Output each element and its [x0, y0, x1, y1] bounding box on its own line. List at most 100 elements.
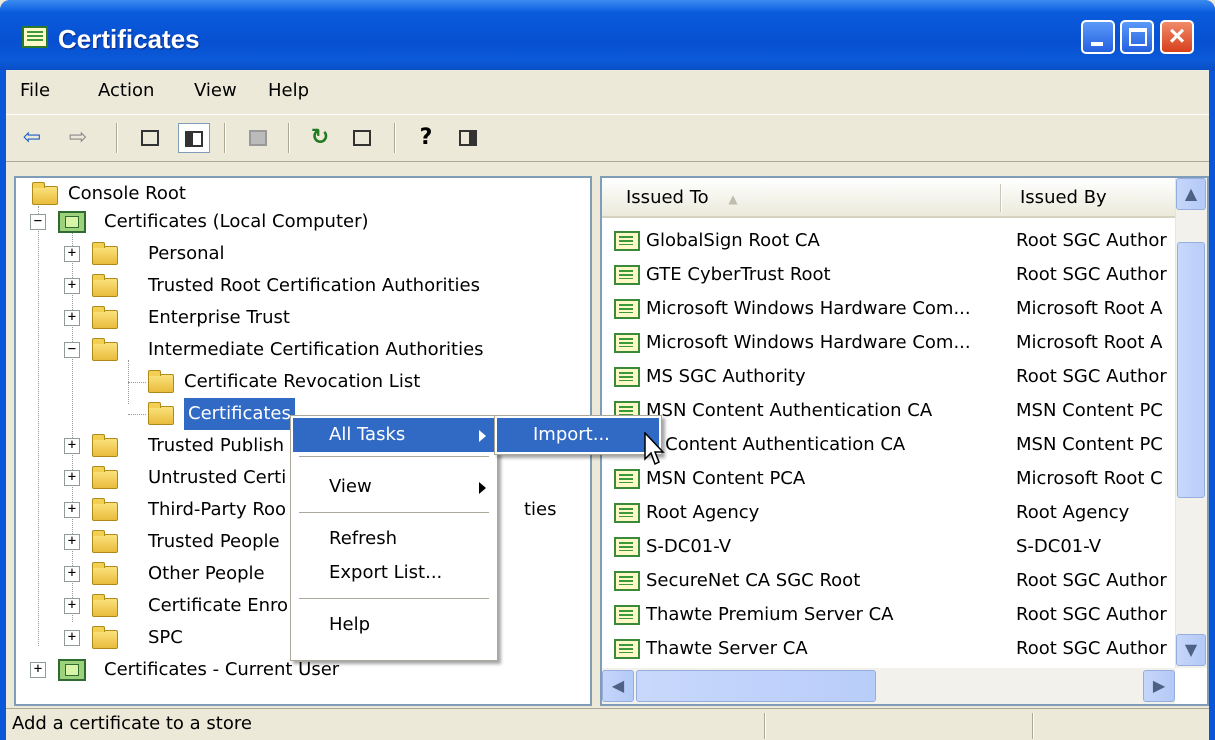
maximize-icon	[1129, 28, 1147, 46]
certificate-icon	[614, 469, 640, 489]
folder-icon	[92, 242, 118, 265]
certificate-icon	[614, 639, 640, 659]
cell-issued-to: MS SGC Authority	[646, 366, 806, 387]
help-icon[interactable]: ?	[410, 123, 442, 153]
show-hide-tree-icon[interactable]	[178, 123, 210, 153]
table-row[interactable]: N Content Authentication CA MSN Content P…	[602, 428, 1175, 462]
expand-icon[interactable]: +	[64, 278, 80, 294]
tree-label: Other People	[148, 563, 265, 584]
menu-item-import[interactable]: Import...	[497, 418, 659, 452]
close-icon: ×	[1168, 20, 1186, 51]
column-header-issued-to[interactable]: Issued To ▲	[602, 178, 1002, 218]
cell-issued-by: Root SGC Author	[1016, 264, 1167, 285]
forward-arrow-icon[interactable]: ⇨	[62, 123, 94, 153]
expand-icon[interactable]: +	[64, 534, 80, 550]
up-folder-icon[interactable]	[134, 123, 166, 153]
tree-label-tail: ties	[524, 499, 557, 520]
tree-item-enterprise-trust[interactable]: + Enterprise Trust	[28, 302, 588, 334]
certificate-list[interactable]: Issued To ▲ Issued By GlobalSign Root CA…	[600, 176, 1209, 706]
vertical-scrollbar[interactable]: ▲ ▼	[1175, 178, 1207, 668]
menu-item-all-tasks[interactable]: All Tasks	[293, 418, 495, 452]
table-row[interactable]: Thawte Server CA Root SGC Author	[602, 632, 1175, 666]
menu-view[interactable]: View	[194, 80, 237, 101]
expand-icon[interactable]: +	[64, 566, 80, 582]
expand-icon[interactable]: +	[64, 310, 80, 326]
table-row[interactable]: Thawte Premium Server CA Root SGC Author	[602, 598, 1175, 632]
scroll-right-button[interactable]: ▶	[1143, 670, 1175, 702]
tree-item-trusted-root-ca[interactable]: + Trusted Root Certification Authorities	[28, 270, 588, 302]
cell-issued-to: Microsoft Windows Hardware Com...	[646, 298, 971, 319]
cell-issued-by: Microsoft Root A	[1016, 298, 1163, 319]
scroll-down-button[interactable]: ▼	[1176, 634, 1206, 666]
refresh-icon[interactable]: ↻	[304, 123, 336, 153]
tree-label: Personal	[148, 243, 225, 264]
tree-line	[128, 382, 146, 383]
tree-label: Certificate Enro	[148, 595, 289, 616]
menu-item-help[interactable]: Help	[293, 608, 495, 642]
cell-issued-by: Root SGC Author	[1016, 638, 1167, 659]
expand-icon[interactable]: +	[30, 662, 46, 678]
back-arrow-icon[interactable]: ⇦	[16, 123, 48, 153]
expand-icon[interactable]: +	[64, 598, 80, 614]
expand-icon[interactable]: +	[64, 246, 80, 262]
menu-file[interactable]: File	[20, 80, 50, 101]
expand-icon[interactable]: +	[64, 470, 80, 486]
scroll-thumb[interactable]	[1177, 242, 1205, 498]
table-row[interactable]: Root Agency Root Agency	[602, 496, 1175, 530]
maximize-button[interactable]	[1120, 20, 1154, 54]
collapse-icon[interactable]: −	[30, 214, 46, 230]
table-row[interactable]: Microsoft Windows Hardware Com... Microso…	[602, 326, 1175, 360]
menu-help[interactable]: Help	[268, 80, 309, 101]
table-row[interactable]: MS SGC Authority Root SGC Author	[602, 360, 1175, 394]
table-row[interactable]: SecureNet CA SGC Root Root SGC Author	[602, 564, 1175, 598]
certificate-icon	[614, 537, 640, 557]
scroll-up-button[interactable]: ▲	[1176, 178, 1206, 210]
tree-item-personal[interactable]: + Personal	[28, 238, 588, 270]
expand-icon[interactable]: +	[64, 438, 80, 454]
collapse-icon[interactable]: −	[64, 342, 80, 358]
table-row[interactable]: Microsoft Windows Hardware Com... Microso…	[602, 292, 1175, 326]
table-row[interactable]: GTE CyberTrust Root Root SGC Author	[602, 258, 1175, 292]
horizontal-scroll-thumb[interactable]	[636, 670, 876, 702]
menu-separator	[299, 456, 489, 457]
tree-label: Untrusted Certi	[148, 467, 287, 488]
menu-item-view[interactable]: View	[293, 470, 495, 504]
cell-issued-to: Thawte Premium Server CA	[646, 604, 894, 625]
menu-bar: File Action View Help	[6, 70, 1209, 112]
scroll-left-button[interactable]: ◀	[602, 670, 634, 702]
table-row[interactable]: GlobalSign Root CA Root SGC Author	[602, 224, 1175, 258]
tree-label: Certificates	[184, 398, 295, 430]
minimize-button[interactable]	[1081, 20, 1115, 54]
menu-item-export-list[interactable]: Export List...	[293, 556, 495, 590]
menu-action[interactable]: Action	[98, 80, 154, 101]
delete-icon[interactable]	[242, 123, 274, 153]
cell-issued-by: S-DC01-V	[1016, 536, 1102, 557]
tree-item-certificate-revocation-list[interactable]: Certificate Revocation List	[28, 366, 588, 398]
minimize-icon	[1091, 42, 1103, 46]
cell-issued-to: GlobalSign Root CA	[646, 230, 820, 251]
folder-icon	[92, 530, 118, 553]
table-row[interactable]: MSN Content PCA Microsoft Root C	[602, 462, 1175, 496]
menu-item-refresh[interactable]: Refresh	[293, 522, 495, 556]
title-bar[interactable]: Certificates ×	[0, 0, 1215, 70]
export-list-icon[interactable]	[346, 123, 378, 153]
tree-item-certificates-local-computer[interactable]: − Certificates (Local Computer)	[28, 206, 588, 238]
column-header-issued-by[interactable]: Issued By	[1002, 178, 1175, 218]
expand-icon[interactable]: +	[64, 630, 80, 646]
tree-item-intermediate-ca[interactable]: − Intermediate Certification Authorities	[28, 334, 588, 366]
toolbar-separator	[224, 123, 226, 153]
table-row[interactable]: MSN Content Authentication CA MSN Content…	[602, 394, 1175, 428]
status-divider	[1032, 713, 1034, 739]
expand-icon[interactable]: +	[64, 502, 80, 518]
tree-label: Trusted Publish	[148, 435, 284, 456]
close-button[interactable]: ×	[1160, 20, 1194, 54]
table-row[interactable]: S-DC01-V S-DC01-V	[602, 530, 1175, 564]
toolbar-separator	[116, 123, 118, 153]
cell-issued-to: MSN Content Authentication CA	[646, 400, 933, 421]
action-pane-icon[interactable]	[452, 123, 484, 153]
horizontal-scrollbar[interactable]: ◀ ▶	[602, 668, 1175, 704]
delete-glyph	[249, 130, 267, 146]
cell-issued-to: Thawte Server CA	[646, 638, 808, 659]
folder-icon	[92, 466, 118, 489]
cell-issued-by: MSN Content PC	[1016, 434, 1163, 455]
